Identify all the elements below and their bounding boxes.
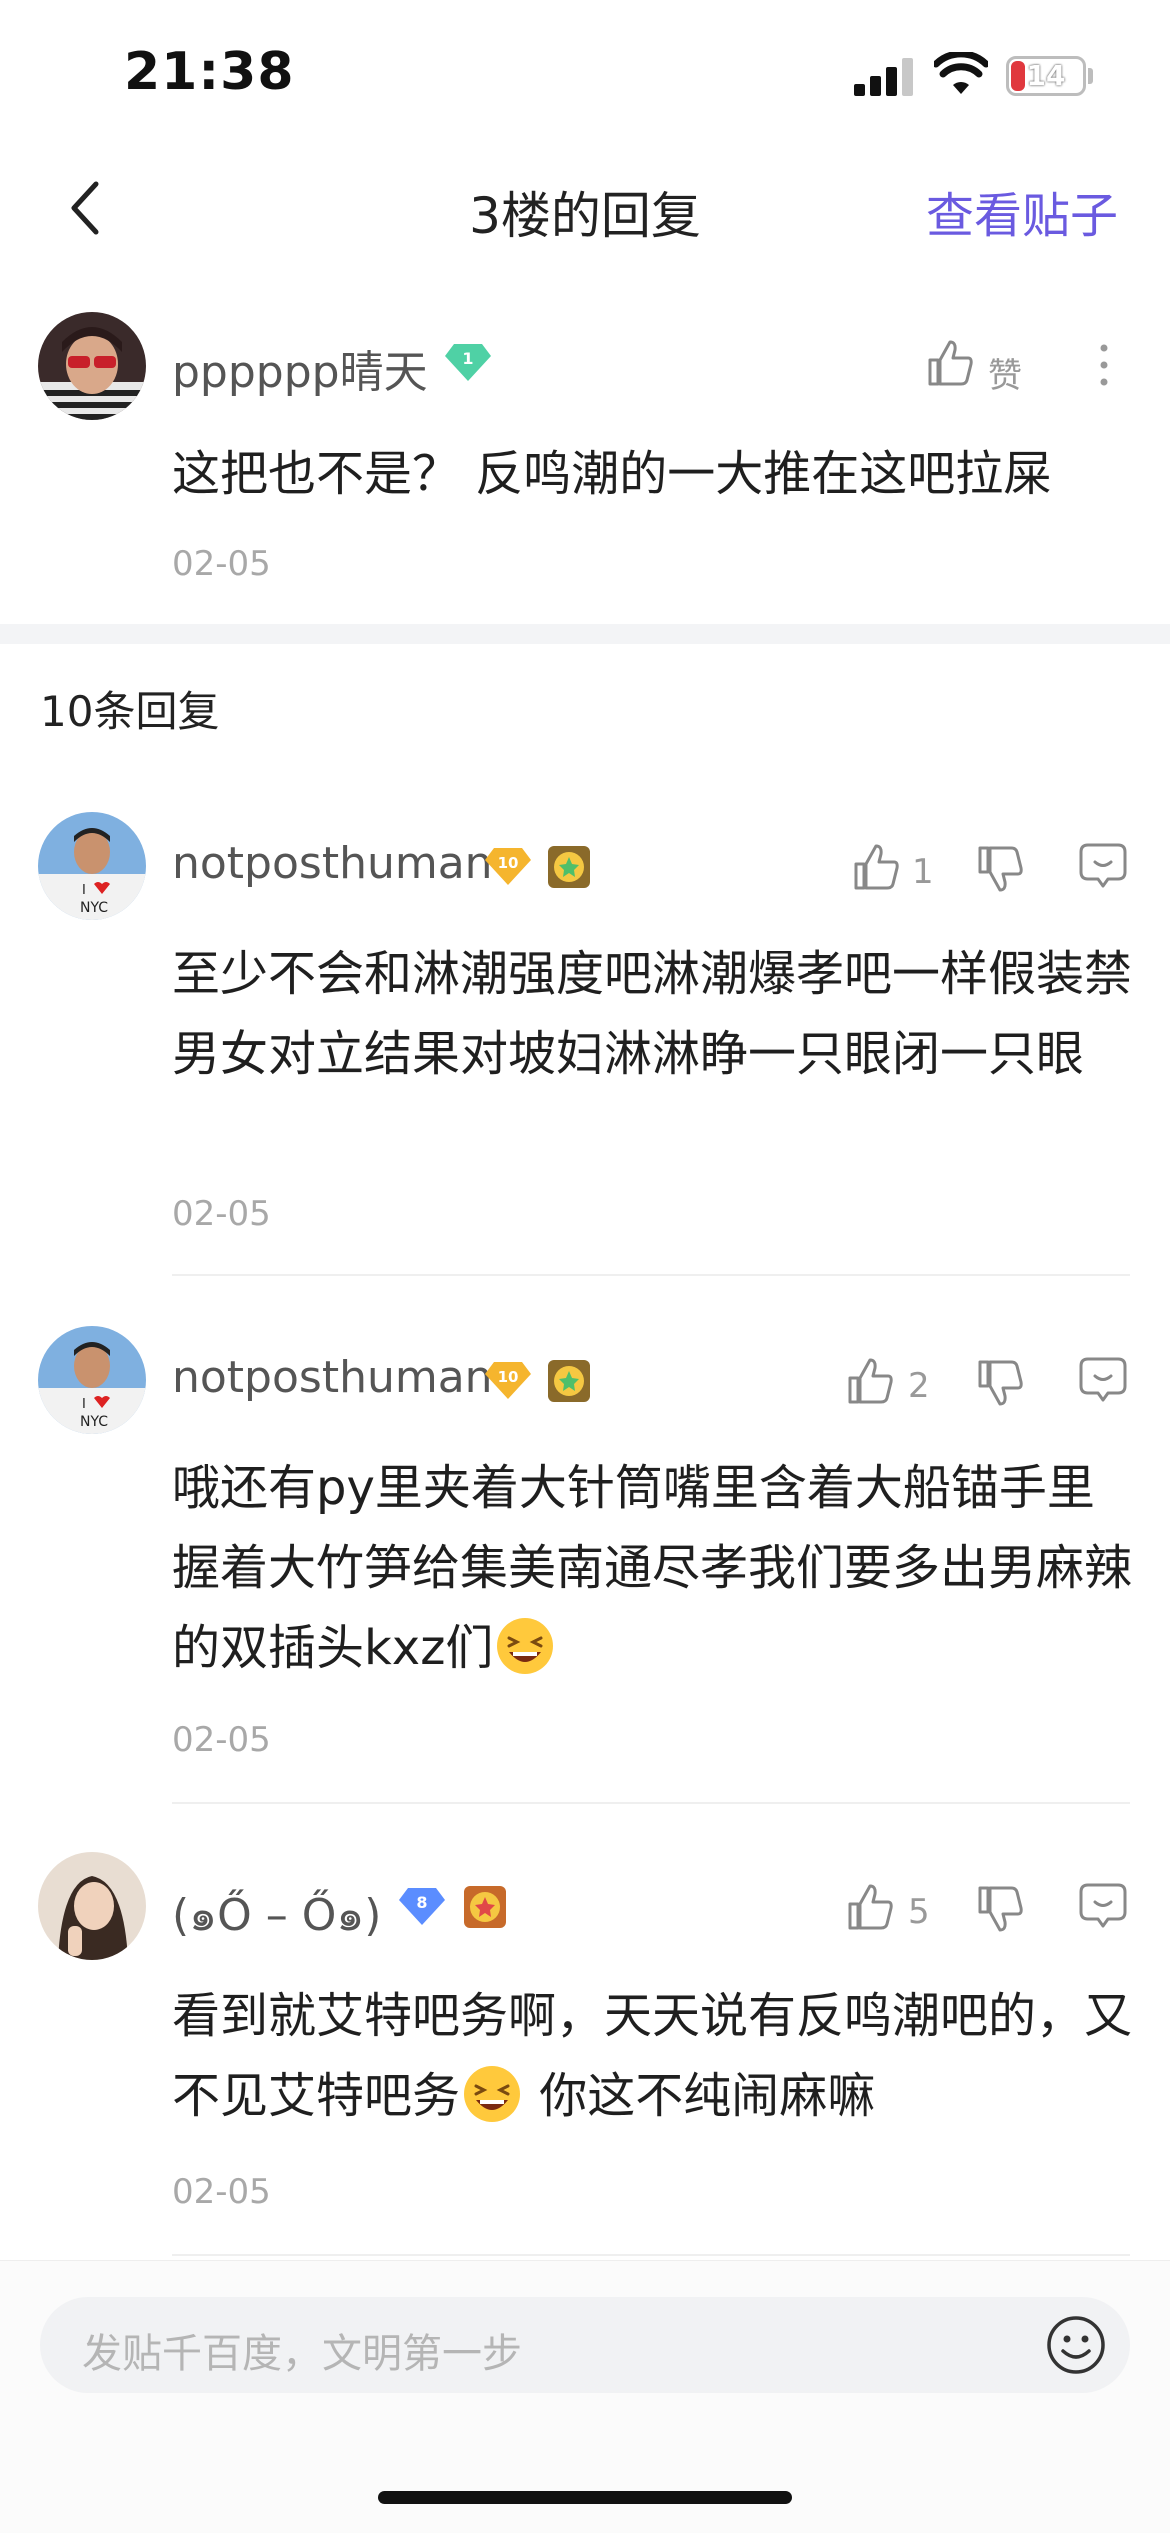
status-bar: 21:38 14 bbox=[0, 0, 1170, 140]
level-number: 10 bbox=[498, 854, 519, 872]
username[interactable]: notposthuman bbox=[172, 838, 493, 889]
avatar[interactable] bbox=[38, 312, 146, 420]
level-badge-icon: 1 bbox=[445, 344, 491, 381]
reply-date: 02-05 bbox=[172, 1194, 271, 1234]
reply-content: 至少不会和淋潮强度吧淋潮爆孝吧一样假装禁男女对立结果对坡妇淋淋睁一只眼闭一只眼 bbox=[172, 946, 1133, 1082]
like-label[interactable]: 赞 bbox=[988, 348, 1022, 397]
post-content: 这把也不是？ 反鸣潮的一大推在这吧拉屎 bbox=[172, 446, 1052, 502]
username[interactable]: (๑Ő – Ő๑) bbox=[172, 1880, 381, 1950]
avatar[interactable]: I NYC bbox=[38, 1326, 146, 1434]
signal-icon bbox=[854, 56, 916, 96]
nav-bar: 3楼的回复 查看贴子 bbox=[0, 150, 1170, 260]
compose-placeholder: 发贴千百度，文明第一步 bbox=[82, 2331, 522, 2377]
compose-input[interactable]: 发贴千百度，文明第一步 bbox=[40, 2297, 1130, 2393]
svg-text:I: I bbox=[82, 883, 86, 898]
username[interactable]: notposthuman bbox=[172, 1352, 493, 1403]
thumbs-up-icon[interactable] bbox=[846, 1882, 894, 1932]
post-date: 02-05 bbox=[172, 544, 271, 584]
view-post-link[interactable]: 查看贴子 bbox=[926, 176, 1118, 246]
like-count: 2 bbox=[908, 1366, 930, 1406]
thumbs-down-icon[interactable] bbox=[976, 1358, 1024, 1408]
like-count: 5 bbox=[908, 1892, 930, 1932]
emoji-icon[interactable] bbox=[1044, 2313, 1108, 2377]
thumbs-up-icon[interactable] bbox=[852, 842, 900, 892]
svg-text:NYC: NYC bbox=[80, 1414, 108, 1430]
home-indicator bbox=[378, 2491, 792, 2504]
level-badge-icon: 10 bbox=[485, 848, 531, 885]
reply-content: 哦还有py里夹着大针筒嘴里含着大船锚手里握着大竹笋给集美南通尽孝我们要多出男麻辣… bbox=[172, 1448, 1132, 1688]
medal-icon bbox=[464, 1886, 506, 1928]
grin-emoji-icon bbox=[497, 1618, 554, 1674]
more-icon[interactable] bbox=[1092, 342, 1116, 388]
svg-text:I: I bbox=[82, 1397, 86, 1412]
battery-cap bbox=[1088, 68, 1093, 84]
section-divider bbox=[0, 624, 1170, 644]
medal-icon bbox=[548, 1360, 590, 1402]
avatar[interactable] bbox=[38, 1852, 146, 1960]
reply-divider bbox=[172, 1274, 1130, 1276]
comment-icon[interactable] bbox=[1078, 842, 1128, 890]
reply-text-tail: 你这不纯闹麻嘛 bbox=[524, 2068, 876, 2124]
composer-bar: 发贴千百度，文明第一步 bbox=[0, 2260, 1170, 2533]
reply-content: 看到就艾特吧务啊，天天说有反鸣潮吧的，又不见艾特吧务 你这不纯闹麻嘛 bbox=[172, 1976, 1132, 2136]
battery-level: 14 bbox=[1026, 59, 1066, 92]
grin-emoji-icon bbox=[464, 2066, 521, 2122]
reply-divider bbox=[172, 1802, 1130, 1804]
thumbs-up-icon[interactable] bbox=[926, 338, 974, 388]
comment-icon[interactable] bbox=[1078, 1882, 1128, 1930]
comment-icon[interactable] bbox=[1078, 1356, 1128, 1404]
reply-text: 哦还有py里夹着大针筒嘴里含着大船锚手里握着大竹笋给集美南通尽孝我们要多出男麻辣… bbox=[172, 1460, 1133, 1676]
level-number: 1 bbox=[462, 349, 473, 368]
avatar[interactable]: I NYC bbox=[38, 812, 146, 920]
thumbs-up-icon[interactable] bbox=[846, 1356, 894, 1406]
svg-text:NYC: NYC bbox=[80, 900, 108, 916]
battery-icon: 14 bbox=[1006, 56, 1086, 96]
status-time: 21:38 bbox=[124, 42, 295, 102]
level-badge-icon: 8 bbox=[399, 1888, 445, 1925]
level-badge-icon: 10 bbox=[485, 1362, 531, 1399]
medal-icon bbox=[548, 846, 590, 888]
level-number: 8 bbox=[416, 1893, 427, 1912]
reply-count: 10条回复 bbox=[40, 687, 220, 736]
username[interactable]: pppppp晴天 bbox=[172, 336, 428, 400]
thumbs-down-icon[interactable] bbox=[976, 1884, 1024, 1934]
thumbs-down-icon[interactable] bbox=[976, 844, 1024, 894]
wifi-icon bbox=[934, 52, 988, 94]
reply-divider bbox=[172, 2254, 1130, 2256]
level-number: 10 bbox=[498, 1368, 519, 1386]
reply-date: 02-05 bbox=[172, 2172, 271, 2212]
reply-date: 02-05 bbox=[172, 1720, 271, 1760]
like-count: 1 bbox=[912, 852, 934, 892]
